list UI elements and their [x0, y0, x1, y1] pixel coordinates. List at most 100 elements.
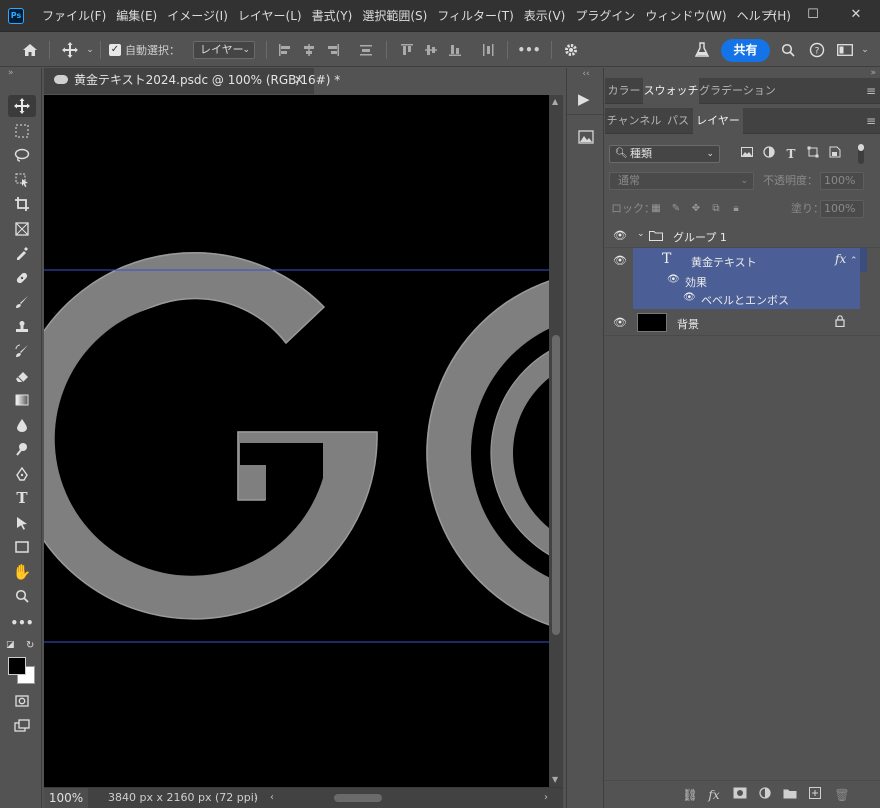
path-selection-tool-icon[interactable] — [8, 512, 36, 534]
filter-shape-layers-icon[interactable] — [805, 146, 821, 162]
filter-smart-objects-icon[interactable] — [827, 146, 843, 162]
flask-icon[interactable] — [692, 33, 712, 67]
distribute-horizontal-icon[interactable] — [479, 33, 497, 67]
clone-stamp-tool-icon[interactable] — [8, 316, 36, 338]
new-adjustment-layer-icon[interactable] — [756, 786, 774, 804]
screen-mode-icon[interactable] — [8, 715, 36, 737]
document-tab[interactable]: 黄金テキスト2024.psdc @ 100% (RGB/16#) * ✕ — [44, 68, 340, 94]
home-icon[interactable] — [18, 33, 42, 67]
collapse-toolbar-icon[interactable]: » — [8, 68, 14, 78]
move-tool-icon[interactable] — [8, 95, 36, 117]
help-icon[interactable]: ? — [807, 33, 827, 67]
layer-row-group[interactable]: 👁︎ ⌄ グループ 1 — [605, 224, 880, 248]
layer-row-bevel-emboss[interactable]: 👁︎ ベベルとエンボス — [605, 290, 860, 308]
crop-tool-icon[interactable] — [8, 193, 36, 215]
edit-toolbar-more-icon[interactable]: ••• — [8, 612, 36, 634]
share-button[interactable]: 共有 — [721, 39, 770, 62]
scroll-left-icon[interactable]: ‹ — [270, 788, 274, 808]
filter-pixel-layers-icon[interactable] — [739, 146, 755, 162]
expand-chevron-down-icon[interactable]: ⌄ — [637, 229, 645, 239]
fill-field[interactable]: 100% — [820, 200, 864, 218]
workspace-chevron-down-icon[interactable]: ⌄ — [858, 33, 872, 67]
tab-channels[interactable]: チャンネル — [605, 108, 663, 134]
blur-tool-icon[interactable] — [8, 414, 36, 436]
image-panel-icon[interactable] — [578, 130, 594, 147]
tab-paths[interactable]: パス — [663, 108, 693, 134]
status-menu-chevron-icon[interactable]: › — [254, 788, 258, 808]
document-canvas[interactable] — [44, 95, 549, 787]
menu-type[interactable]: 書式(Y) — [307, 0, 358, 32]
more-options-icon[interactable]: ••• — [516, 33, 542, 67]
tool-preset-chevron-down-icon[interactable]: ⌄ — [84, 33, 96, 67]
auto-select-target-dropdown[interactable]: レイヤー ⌄ — [193, 41, 255, 59]
menu-file[interactable]: ファイル(F) — [37, 0, 111, 32]
layer-row-effects[interactable]: 👁︎ 効果 — [605, 272, 860, 290]
history-brush-tool-icon[interactable] — [8, 340, 36, 362]
visibility-eye-icon[interactable]: 👁︎ — [613, 316, 627, 329]
object-selection-tool-icon[interactable] — [8, 169, 36, 191]
align-horizontal-centers-icon[interactable] — [300, 33, 318, 67]
minimize-button[interactable]: — — [750, 0, 790, 28]
move-tool-icon[interactable] — [58, 33, 82, 67]
layers-panel-menu-icon[interactable]: ≡ — [866, 108, 876, 134]
panel-menu-icon[interactable]: ≡ — [866, 78, 876, 104]
lock-image-pixels-icon[interactable]: ✎ — [669, 202, 683, 216]
pen-tool-icon[interactable] — [8, 463, 36, 485]
eraser-tool-icon[interactable] — [8, 365, 36, 387]
new-layer-icon[interactable] — [806, 786, 824, 804]
link-layers-icon[interactable]: ⛓︎ — [681, 786, 699, 804]
actions-play-icon[interactable]: ▶ — [578, 90, 590, 108]
photoshop-logo-icon[interactable]: Ps — [8, 8, 24, 24]
zoom-level-field[interactable]: 100% — [44, 788, 88, 808]
search-icon[interactable] — [778, 33, 798, 67]
vertical-scrollbar[interactable]: ▲ ▼ — [549, 95, 563, 787]
close-document-icon[interactable]: ✕ — [294, 68, 304, 92]
lock-all-icon[interactable]: 🔒︎ — [729, 202, 743, 216]
align-bottom-edges-icon[interactable] — [446, 33, 464, 67]
close-window-button[interactable]: ✕ — [836, 0, 876, 28]
healing-brush-tool-icon[interactable] — [8, 267, 36, 289]
menu-layer[interactable]: レイヤー(L) — [233, 0, 307, 32]
brush-tool-icon[interactable] — [8, 291, 36, 313]
vertical-scroll-thumb[interactable] — [552, 335, 560, 635]
type-tool-icon[interactable]: T — [8, 487, 36, 509]
swap-colors-icon[interactable]: ↻ — [26, 640, 34, 651]
scroll-down-icon[interactable]: ▼ — [552, 775, 558, 784]
eyedropper-tool-icon[interactable] — [8, 242, 36, 264]
menu-plugins[interactable]: プラグイン — [570, 0, 640, 32]
add-layer-style-fx-icon[interactable]: fx — [705, 786, 723, 804]
zoom-tool-icon[interactable] — [8, 585, 36, 607]
scroll-right-icon[interactable]: › — [544, 788, 548, 808]
tab-swatches[interactable]: スウォッチ — [643, 78, 699, 104]
align-vertical-centers-icon[interactable] — [422, 33, 440, 67]
scroll-up-icon[interactable]: ▲ — [552, 97, 558, 106]
add-mask-icon[interactable] — [731, 786, 749, 804]
opacity-field[interactable]: 100% — [820, 172, 864, 190]
filter-type-layers-icon[interactable]: T — [783, 146, 799, 162]
blend-mode-dropdown[interactable]: 通常 ⌄ — [609, 172, 754, 190]
collapse-dock-icon[interactable]: ‹‹ — [567, 68, 605, 80]
gear-icon[interactable] — [560, 33, 582, 67]
layer-row-background[interactable]: 👁︎ 背景 — [605, 310, 880, 336]
delete-layer-trash-icon[interactable]: 🗑︎ — [833, 786, 851, 804]
quick-mask-icon[interactable] — [8, 690, 36, 712]
tab-gradients[interactable]: グラデーション — [699, 78, 776, 104]
horizontal-scroll-thumb[interactable] — [334, 794, 382, 802]
menu-select[interactable]: 選択範囲(S) — [357, 0, 432, 32]
menu-image[interactable]: イメージ(I) — [162, 0, 233, 32]
tab-layers[interactable]: レイヤー — [693, 108, 743, 134]
auto-select-checkbox[interactable]: ✓ — [108, 33, 122, 67]
layer-filter-toggle[interactable] — [858, 144, 864, 164]
layer-effects-fx-icon[interactable]: fx — [835, 252, 846, 266]
collapse-panels-icon[interactable]: » — [870, 68, 876, 78]
hand-tool-icon[interactable]: ✋ — [8, 561, 36, 583]
align-right-edges-icon[interactable] — [324, 33, 342, 67]
foreground-color-swatch[interactable] — [8, 657, 26, 675]
maximize-button[interactable]: ☐ — [793, 0, 833, 28]
align-left-edges-icon[interactable] — [276, 33, 294, 67]
layer-filter-kind-dropdown[interactable]: 🔍︎ 種類 ⌄ — [609, 145, 720, 163]
workspace-layout-icon[interactable] — [834, 33, 856, 67]
tab-color[interactable]: カラー — [605, 78, 643, 104]
default-colors-icon[interactable]: ◪ — [6, 640, 15, 650]
menu-window[interactable]: ウィンドウ(W) — [640, 0, 731, 32]
